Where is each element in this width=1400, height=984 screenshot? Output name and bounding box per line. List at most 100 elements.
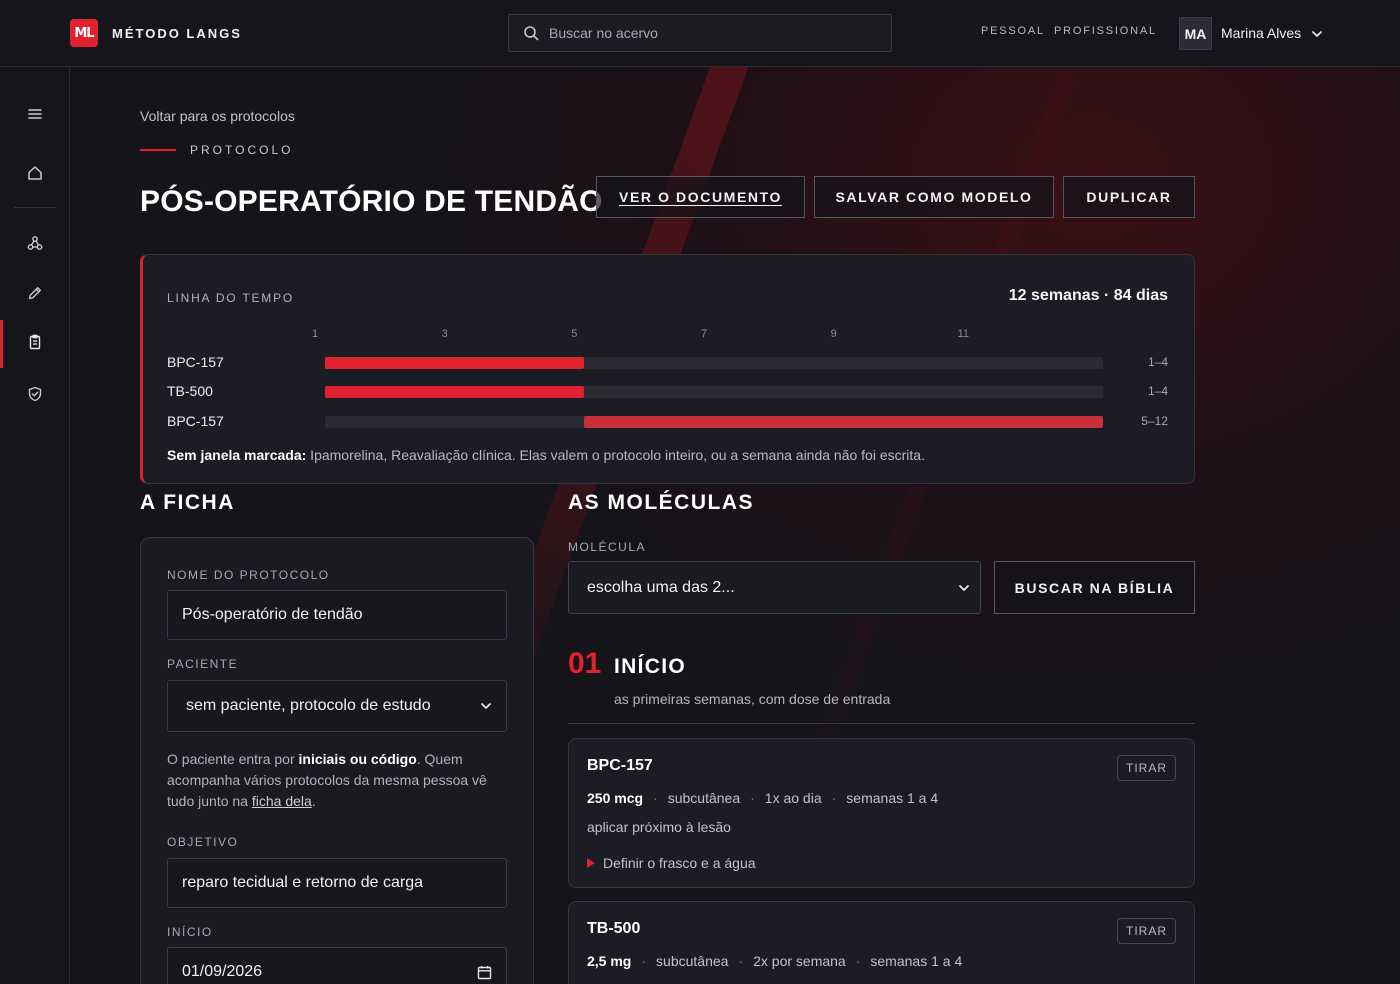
timeline-week-tick: 9	[830, 328, 837, 340]
vial-water-expander[interactable]: Definir o frasco e a água	[587, 855, 756, 871]
brand-logo[interactable]: ML	[70, 19, 98, 47]
expander-label: Definir o frasco e a água	[603, 855, 756, 871]
timeline-bar[interactable]	[325, 357, 585, 369]
nav-professional[interactable]: PROFISSIONAL	[1054, 25, 1157, 37]
frequency-value: 2x por semana	[753, 953, 846, 969]
pen-icon[interactable]	[0, 271, 70, 315]
timeline-note-text: Ipamorelina, Reavaliação clínica. Elas v…	[306, 447, 925, 463]
duplicate-button[interactable]: DUPLICAR	[1063, 176, 1195, 218]
nav-personal[interactable]: PESSOAL	[981, 25, 1045, 37]
timeline-label: LINHA DO TEMPO	[167, 291, 295, 305]
view-document-label: VER O DOCUMENTO	[619, 189, 782, 205]
start-date-value: 01/09/2026	[182, 963, 263, 980]
molecule-name: BPC-157	[587, 757, 653, 774]
calendar-icon[interactable]	[477, 965, 492, 980]
clipboard-icon[interactable]	[0, 320, 70, 368]
back-link[interactable]: Voltar para os protocolos	[140, 108, 295, 124]
dosage-line: 250 mcg · subcutânea · 1x ao dia · seman…	[587, 790, 939, 806]
remove-molecule-button[interactable]: TIRAR	[1117, 918, 1176, 944]
timeline-row-range: 5–12	[1141, 414, 1168, 428]
molecule-name: TB-500	[587, 920, 641, 937]
weeks-value: semanas 1 a 4	[870, 953, 963, 969]
timeline-week-tick: 11	[957, 328, 970, 340]
weeks-value: semanas 1 a 4	[846, 790, 939, 806]
ficha-title: A FICHA	[140, 491, 235, 514]
molecules-title: AS MOLÉCULAS	[568, 491, 754, 514]
caret-right-icon	[587, 858, 595, 868]
search-input[interactable]	[549, 25, 869, 41]
remove-molecule-button[interactable]: TIRAR	[1117, 755, 1176, 781]
brand-name[interactable]: MÉTODO LANGS	[112, 26, 242, 41]
search-icon	[524, 26, 539, 41]
search-bible-button[interactable]: BUSCAR NA BÍBLIA	[994, 561, 1195, 614]
route-value: subcutânea	[656, 953, 729, 969]
route-value: subcutânea	[667, 790, 741, 806]
timeline-track	[325, 416, 1103, 428]
home-icon[interactable]	[0, 151, 70, 195]
timeline-note-bold: Sem janela marcada:	[167, 447, 307, 463]
molecule-card: TB-500 TIRAR 2,5 mg · subcutânea · 2x po…	[568, 901, 1195, 984]
help-text-part: O paciente entra por	[167, 751, 299, 767]
timeline-row-label: BPC-157	[167, 354, 224, 370]
molecule-label: MOLÉCULA	[568, 540, 647, 554]
start-date-field[interactable]: 01/09/2026	[167, 947, 507, 984]
timeline-week-tick: 1	[311, 328, 319, 340]
dose-value: 250 mcg	[587, 790, 644, 806]
timeline-track	[325, 357, 1103, 369]
timeline-summary: 12 semanas · 84 dias	[1008, 287, 1168, 304]
timeline-track	[325, 386, 1103, 398]
timeline-week-tick: 5	[571, 328, 578, 340]
timeline-row-label: BPC-157	[167, 413, 224, 429]
timeline-week-tick: 3	[441, 328, 448, 340]
patient-select-value: sem paciente, protocolo de estudo	[186, 697, 431, 714]
chevron-down-icon[interactable]	[1311, 28, 1323, 40]
protocol-name-label: NOME DO PROTOCOLO	[167, 568, 330, 582]
molecule-note: aplicar próximo à lesão	[587, 819, 731, 835]
chevron-down-icon	[481, 703, 491, 709]
timeline-row-range: 1–4	[1147, 384, 1168, 398]
phase-subtitle: as primeiras semanas, com dose de entrad…	[614, 691, 891, 707]
timeline-card: LINHA DO TEMPO 12 semanas · 84 dias 1 3 5 7…	[140, 254, 1195, 484]
protocol-name-field[interactable]: Pós-operatório de tendão	[167, 590, 507, 640]
main-content: Voltar para os protocolos PROTOCOLO PÓS-…	[70, 67, 1400, 984]
sidebar-divider	[14, 207, 56, 208]
avatar[interactable]: MA	[1179, 17, 1212, 50]
phase-number: 01	[568, 647, 602, 680]
help-text-part: .	[311, 793, 316, 809]
eyebrow: PROTOCOLO	[190, 143, 294, 157]
search-box[interactable]	[508, 14, 892, 52]
page-title: PÓS-OPERATÓRIO DE TENDÃO	[140, 185, 603, 218]
shield-check-icon[interactable]	[0, 372, 70, 416]
timeline-row-label: TB-500	[167, 383, 213, 399]
patient-label: PACIENTE	[167, 657, 239, 671]
molecule-select[interactable]: escolha uma das 2...	[568, 561, 981, 614]
patient-file-link[interactable]: ficha dela	[252, 793, 312, 809]
start-date-label: INÍCIO	[167, 925, 213, 939]
chevron-down-icon	[959, 584, 969, 591]
view-document-button[interactable]: VER O DOCUMENTO	[596, 176, 805, 218]
phase-divider	[568, 723, 1195, 724]
user-name[interactable]: Marina Alves	[1221, 25, 1301, 41]
help-text-bold: iniciais ou código	[298, 751, 417, 767]
timeline-bar[interactable]	[325, 386, 585, 398]
timeline-bar[interactable]	[584, 416, 1103, 428]
goal-label: OBJETIVO	[167, 835, 239, 849]
save-template-button[interactable]: SALVAR COMO MODELO	[814, 176, 1054, 218]
patient-select[interactable]: sem paciente, protocolo de estudo	[167, 680, 507, 732]
timeline-note: Sem janela marcada: Ipamorelina, Reavali…	[167, 447, 925, 463]
sidebar	[0, 67, 70, 984]
eyebrow-accent	[140, 149, 176, 151]
dosage-line: 2,5 mg · subcutânea · 2x por semana · se…	[587, 953, 963, 969]
frequency-value: 1x ao dia	[764, 790, 822, 806]
top-bar: ML MÉTODO LANGS PESSOAL PROFISSIONAL MA …	[0, 0, 1400, 67]
menu-icon[interactable]	[0, 92, 70, 136]
phase-title: INÍCIO	[614, 655, 686, 678]
timeline-row-range: 1–4	[1147, 355, 1168, 369]
ficha-card: NOME DO PROTOCOLO Pós-operatório de tend…	[140, 537, 534, 984]
dose-value: 2,5 mg	[587, 953, 632, 969]
patient-help-text: O paciente entra por iniciais ou código.…	[167, 749, 507, 812]
goal-field[interactable]: reparo tecidual e retorno de carga	[167, 858, 507, 908]
molecule-icon[interactable]	[0, 221, 70, 265]
molecule-card: BPC-157 TIRAR 250 mcg · subcutânea · 1x …	[568, 738, 1195, 888]
timeline-week-tick: 7	[700, 328, 708, 340]
